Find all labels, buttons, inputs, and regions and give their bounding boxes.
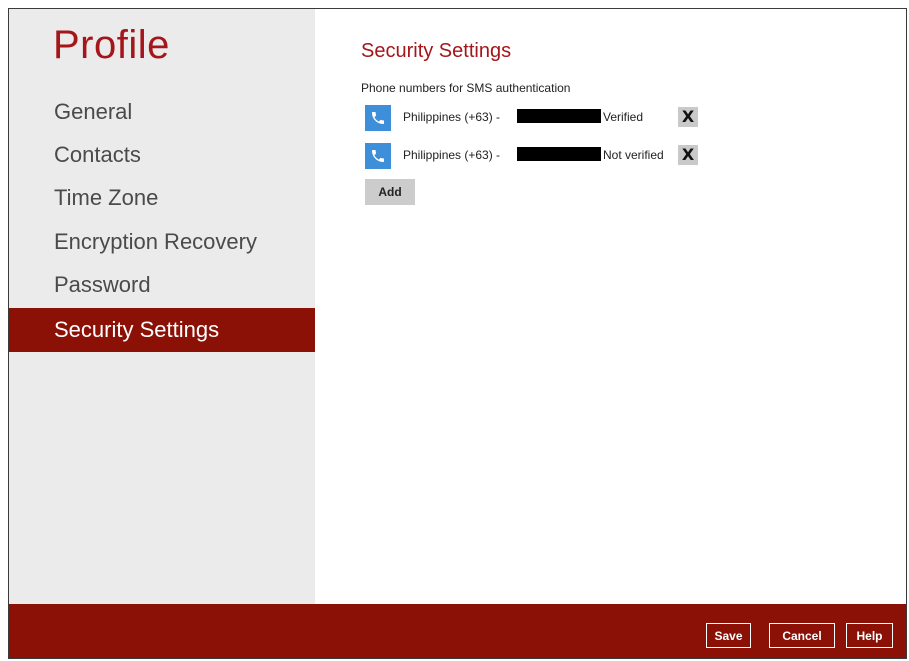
sidebar-item-label: General <box>54 99 133 124</box>
verification-status: Not verified <box>603 148 664 162</box>
delete-phone-button[interactable]: X <box>678 107 698 127</box>
sidebar-item-label: Contacts <box>54 142 141 167</box>
help-button[interactable]: Help <box>846 623 893 648</box>
phone-country: Philippines (+63) - <box>403 110 501 124</box>
sidebar-item-label: Time Zone <box>54 185 159 210</box>
sidebar-item-contacts[interactable]: Contacts <box>9 133 315 177</box>
verification-status: Verified <box>603 110 644 124</box>
delete-phone-button[interactable]: X <box>678 145 698 165</box>
sidebar-title: Profile <box>53 23 170 67</box>
page-title: Security Settings <box>361 40 512 62</box>
phone-icon <box>365 105 391 131</box>
sidebar-item-label: Security Settings <box>54 317 220 342</box>
phone-list-item: Philippines (+63) - Verified X <box>365 105 725 131</box>
section-subtitle: Phone numbers for SMS authentication <box>361 81 571 95</box>
sidebar-item-general[interactable]: General <box>9 90 315 134</box>
sidebar: Profile General Contacts Time Zone Encry… <box>9 9 315 604</box>
cancel-button[interactable]: Cancel <box>769 623 835 648</box>
sidebar-item-label: Encryption Recovery <box>54 229 257 254</box>
redacted-phone-number <box>517 109 601 123</box>
phone-icon <box>365 143 391 169</box>
sidebar-item-label: Password <box>54 272 151 297</box>
add-phone-button[interactable]: Add <box>365 179 415 205</box>
sidebar-item-encryption-recovery[interactable]: Encryption Recovery <box>9 220 315 264</box>
sidebar-item-time-zone[interactable]: Time Zone <box>9 176 315 220</box>
footer-bar: Save Cancel Help <box>9 604 906 658</box>
phone-list-item: Philippines (+63) - Not verified X <box>365 143 725 169</box>
profile-window: Profile General Contacts Time Zone Encry… <box>8 8 907 659</box>
sidebar-item-password[interactable]: Password <box>9 263 315 307</box>
redacted-phone-number <box>517 147 601 161</box>
sidebar-item-security-settings[interactable]: Security Settings <box>9 308 315 352</box>
phone-country: Philippines (+63) - <box>403 148 501 162</box>
main-content: Security Settings Phone numbers for SMS … <box>315 9 906 604</box>
save-button[interactable]: Save <box>706 623 751 648</box>
